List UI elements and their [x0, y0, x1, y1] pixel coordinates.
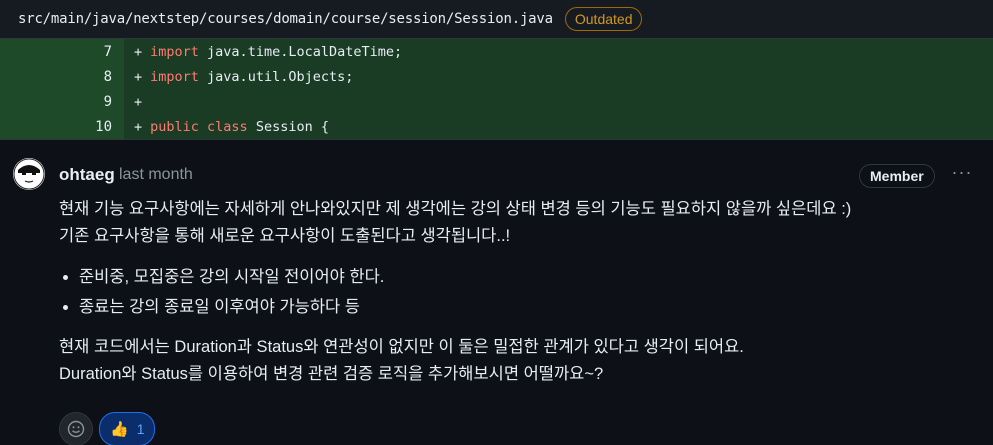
paragraph-line: 기존 요구사항을 통해 새로운 요구사항이 도출된다고 생각됩니다..! — [59, 227, 511, 245]
review-comment: ohtaeg last month Member ··· 현재 기능 요구사항에… — [0, 139, 993, 445]
code-text: java.time.LocalDateTime; — [198, 43, 403, 60]
line-code: + import java.util.Objects; — [124, 64, 993, 89]
diff-line: 8 + import java.util.Objects; — [0, 64, 993, 89]
paragraph-line: 현재 기능 요구사항에는 자세하게 안나와있지만 제 생각에는 강의 상태 변경… — [59, 200, 852, 218]
line-number[interactable]: 7 — [0, 39, 124, 64]
comment-body: 현재 기능 요구사항에는 자세하게 안나와있지만 제 생각에는 강의 상태 변경… — [59, 196, 979, 388]
list-item: 준비중, 모집중은 강의 시작일 전이어야 한다. — [79, 264, 979, 290]
diff-sign: + — [134, 68, 143, 85]
line-code: + — [124, 89, 993, 114]
author-name[interactable]: ohtaeg — [59, 165, 115, 185]
avatar-face-icon — [13, 158, 45, 190]
bullet-list: 준비중, 모집중은 강의 시작일 전이어야 한다. 종료는 강의 종료일 이후여… — [59, 264, 979, 320]
line-code: + public class Session { — [124, 114, 993, 139]
code-text: Session { — [247, 118, 329, 135]
diff-hunk: 7 + import java.time.LocalDateTime; 8 + im… — [0, 38, 993, 139]
smiley-icon — [67, 420, 85, 438]
code-keyword: public class — [150, 118, 248, 135]
file-header: src/main/java/nextstep/courses/domain/co… — [0, 0, 993, 38]
paragraph-line: Duration와 Status를 이용하여 변경 관련 검증 로직을 추가해보… — [59, 365, 604, 383]
diff-sign: + — [134, 93, 143, 110]
reactions-bar: 👍 1 — [59, 412, 156, 445]
diff-line: 7 + import java.time.LocalDateTime; — [0, 39, 993, 64]
add-reaction-button[interactable] — [59, 412, 93, 445]
member-badge: Member — [859, 164, 935, 188]
kebab-menu-icon[interactable]: ··· — [950, 160, 974, 184]
outdated-badge: Outdated — [564, 7, 643, 31]
file-path[interactable]: src/main/java/nextstep/courses/domain/co… — [18, 11, 553, 27]
line-number[interactable]: 10 — [0, 114, 124, 139]
diff-line: 10 + public class Session { — [0, 114, 993, 139]
line-code: + import java.time.LocalDateTime; — [124, 39, 993, 64]
line-number[interactable]: 9 — [0, 89, 124, 114]
paragraph-line: 현재 코드에서는 Duration과 Status와 연관성이 없지만 이 둘은… — [59, 338, 744, 356]
avatar[interactable] — [13, 158, 45, 190]
code-keyword: import — [150, 43, 199, 60]
line-number[interactable]: 8 — [0, 64, 124, 89]
code-keyword: import — [150, 68, 199, 85]
diff-sign: + — [134, 43, 143, 60]
diff-sign: + — [134, 118, 143, 135]
code-text: java.util.Objects; — [198, 68, 354, 85]
diff-line: 9 + — [0, 89, 993, 114]
reaction-count: 1 — [136, 421, 145, 437]
list-item: 종료는 강의 종료일 이후여야 가능하다 등 — [79, 294, 979, 320]
thumbs-up-icon: 👍 — [110, 421, 129, 438]
comment-timestamp[interactable]: last month — [119, 166, 193, 184]
thumbs-up-reaction-button[interactable]: 👍 1 — [99, 412, 156, 445]
